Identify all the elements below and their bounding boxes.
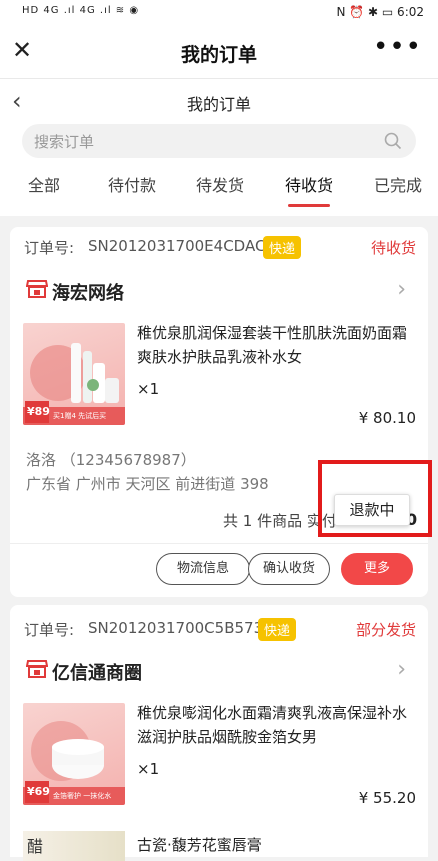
- product-thumbnail[interactable]: ¥89 买1赠4 先试后买: [23, 323, 125, 425]
- logistics-info-button[interactable]: 物流信息: [156, 553, 250, 585]
- shop-icon: [25, 659, 49, 683]
- next-thumb-text: 醋: [27, 837, 44, 856]
- status-bar-left: HD 4G .ıl 4G .ıl ≋ ◉: [22, 5, 140, 16]
- order-card: 订单号: SN2012031700E4CDAC 快递 待收货 海宏网络 › ¥8…: [10, 227, 428, 597]
- product-price: ¥ 55.20: [358, 789, 416, 807]
- order-tabs: 全部 待付款 待发货 待收货 已完成: [0, 160, 438, 212]
- shop-icon: [25, 279, 49, 303]
- tab-pending-receipt[interactable]: 待收货: [285, 172, 333, 196]
- delivery-badge: 快递: [263, 236, 302, 259]
- app-title-bar: ✕ 我的订单 •••: [0, 26, 438, 78]
- recipient-contact: 洛洛 （12345678987）: [26, 451, 196, 469]
- product-thumbnail[interactable]: ¥69 金箔奢护 一抹化水: [23, 703, 125, 805]
- product-name[interactable]: 稚优泉嘭润化水面霜清爽乳液高保湿补水滋润护肤品烟酰胺金箔女男: [137, 701, 412, 749]
- product-price: ¥ 80.10: [358, 409, 416, 427]
- product-quantity: ×1: [137, 380, 160, 398]
- search-input[interactable]: 搜索订单: [22, 124, 416, 158]
- more-button[interactable]: 更多: [341, 553, 413, 585]
- order-card: 订单号: SN2012031700C5B573 快递 部分发货 亿信通商圈 › …: [10, 605, 428, 861]
- product-quantity: ×1: [137, 760, 160, 778]
- thumb-price: ¥69: [27, 785, 50, 798]
- shop-name[interactable]: 海宏网络: [52, 279, 124, 305]
- order-number-label: 订单号:: [24, 621, 75, 639]
- shop-name[interactable]: 亿信通商圈: [52, 659, 142, 685]
- product-name[interactable]: 稚优泉肌润保湿套装干性肌肤洗面奶面霜爽肤水护肤品乳液补水女: [137, 321, 412, 369]
- order-status: 待收货: [370, 239, 416, 257]
- status-bar: HD 4G .ıl 4G .ıl ≋ ◉ N ⏰ ✱ ▭ 6:02: [0, 0, 438, 26]
- confirm-receipt-button[interactable]: 确认收货: [248, 553, 330, 585]
- active-tab-indicator: [288, 204, 330, 207]
- page-title: 我的订单: [186, 95, 251, 114]
- tab-pending-shipment[interactable]: 待发货: [196, 172, 244, 196]
- thumb-caption: 买1赠4 先试后买: [53, 412, 107, 420]
- delivery-badge: 快递: [258, 618, 297, 641]
- order-status: 部分发货: [355, 621, 416, 639]
- page-nav-bar: ‹ 我的订单: [0, 78, 438, 125]
- next-product-name[interactable]: 古瓷·馥芳花蜜唇膏: [137, 833, 412, 857]
- shop-chevron-icon[interactable]: ›: [397, 277, 406, 302]
- tab-completed[interactable]: 已完成: [374, 172, 422, 196]
- thumb-caption: 金箔奢护 一抹化水: [53, 792, 112, 800]
- order-number: SN2012031700C5B573: [88, 619, 264, 637]
- order-number-label: 订单号:: [24, 239, 75, 257]
- order-number: SN2012031700E4CDAC: [88, 237, 266, 255]
- shop-chevron-icon[interactable]: ›: [397, 657, 406, 682]
- refunding-popup-item[interactable]: 退款中: [334, 494, 410, 526]
- more-options-icon[interactable]: •••: [373, 32, 422, 62]
- thumb-price: ¥89: [27, 405, 50, 418]
- search-icon[interactable]: [384, 132, 402, 154]
- tab-all[interactable]: 全部: [28, 172, 60, 196]
- tab-pending-payment[interactable]: 待付款: [108, 172, 156, 196]
- recipient-address: 广东省 广州市 天河区 前进街道 398: [26, 475, 269, 493]
- highlight-box: 退款中: [318, 460, 432, 537]
- status-bar-right: N ⏰ ✱ ▭ 6:02: [336, 5, 424, 19]
- divider: [10, 543, 428, 544]
- search-placeholder: 搜索订单: [34, 133, 95, 151]
